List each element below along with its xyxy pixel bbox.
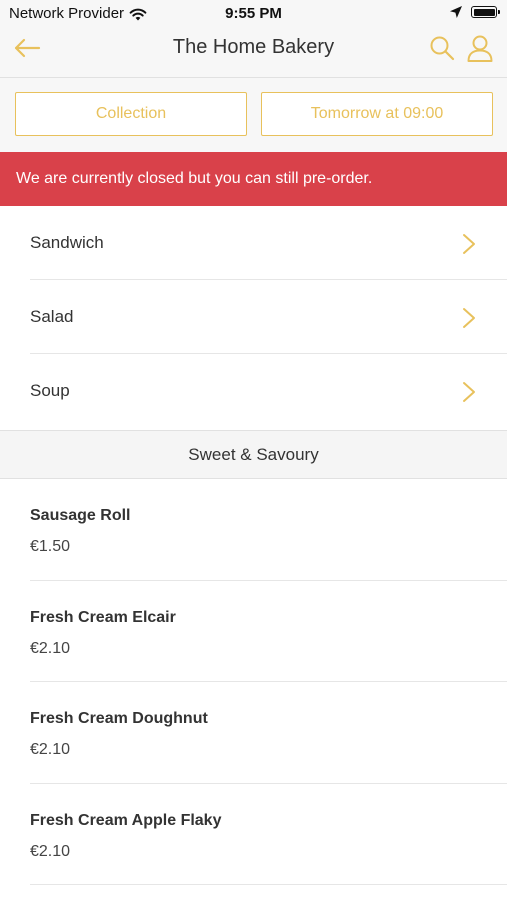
user-icon[interactable] bbox=[466, 34, 494, 62]
product-item[interactable]: Fresh Cream Apple Flaky €2.10 bbox=[0, 784, 507, 885]
chevron-right-icon bbox=[463, 308, 475, 328]
chevron-right-icon bbox=[463, 382, 475, 402]
chevron-right-icon bbox=[463, 234, 475, 254]
navigation-bar: The Home Bakery bbox=[0, 28, 507, 78]
category-item-soup[interactable]: Soup bbox=[0, 354, 507, 428]
bakery-menu-screen: Network Provider 9:55 PM The Home Bakery bbox=[0, 0, 507, 900]
category-item-salad[interactable]: Salad bbox=[0, 280, 507, 354]
category-label: Salad bbox=[30, 307, 74, 326]
row-divider bbox=[30, 884, 507, 885]
status-right bbox=[449, 5, 500, 19]
product-item[interactable]: Sausage Roll €1.50 bbox=[0, 479, 507, 581]
product-price: €1.50 bbox=[30, 538, 71, 555]
category-list: Sandwich Salad Soup bbox=[0, 206, 507, 428]
product-name: Fresh Cream Elcair bbox=[30, 608, 176, 626]
product-price: €2.10 bbox=[30, 639, 71, 657]
product-price: €2.10 bbox=[30, 842, 71, 860]
category-label: Sandwich bbox=[30, 233, 104, 252]
product-name: Fresh Cream Apple Flaky bbox=[30, 811, 222, 829]
category-label: Soup bbox=[30, 381, 70, 400]
product-name: Fresh Cream Doughnut bbox=[30, 710, 208, 727]
product-price: €2.10 bbox=[30, 741, 71, 758]
status-time: 9:55 PM bbox=[225, 5, 282, 22]
location-arrow-icon bbox=[450, 6, 462, 18]
section-header: Sweet & Savoury bbox=[0, 430, 507, 479]
closed-notice-banner: We are currently closed but you can stil… bbox=[0, 152, 507, 206]
order-options: Collection Tomorrow at 09:00 bbox=[0, 78, 507, 152]
product-item[interactable]: Fresh Cream Doughnut €2.10 bbox=[0, 682, 507, 784]
search-icon[interactable] bbox=[429, 35, 455, 61]
order-time-button[interactable]: Tomorrow at 09:00 bbox=[261, 92, 493, 136]
category-item-sandwich[interactable]: Sandwich bbox=[0, 206, 507, 280]
status-bar: Network Provider 9:55 PM bbox=[0, 0, 507, 28]
battery-icon bbox=[471, 6, 500, 18]
collection-button[interactable]: Collection bbox=[15, 92, 247, 136]
product-item[interactable]: Fresh Cream Elcair €2.10 bbox=[0, 581, 507, 682]
product-list: Sausage Roll €1.50 Fresh Cream Elcair €2… bbox=[0, 479, 507, 885]
product-name: Sausage Roll bbox=[30, 507, 131, 524]
